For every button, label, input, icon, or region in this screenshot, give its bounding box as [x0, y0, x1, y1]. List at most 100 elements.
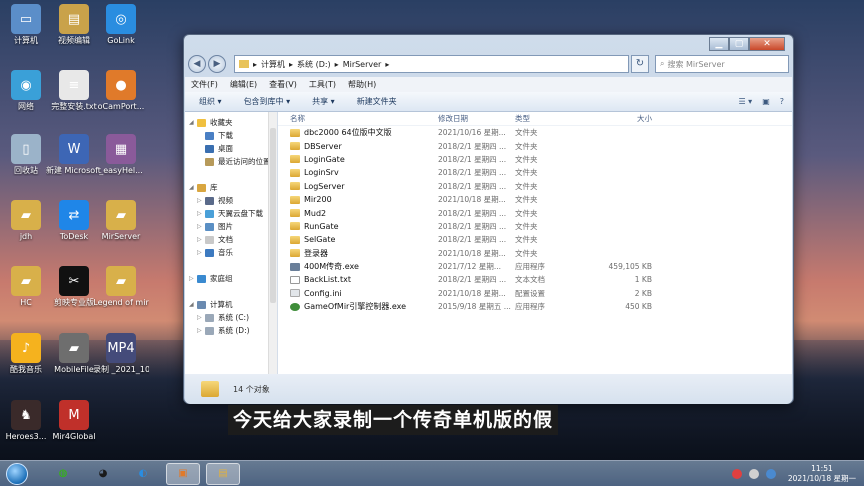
help-icon[interactable]: ?	[780, 97, 784, 106]
file-name: LogServer	[304, 181, 345, 191]
expand-arrow-icon[interactable]: ▷	[197, 197, 205, 204]
column-size[interactable]: 大小	[592, 113, 652, 124]
file-name: RunGate	[304, 221, 339, 231]
back-button[interactable]: ◀	[188, 55, 206, 73]
file-name-cell: DBServer	[278, 142, 438, 151]
breadcrumb-drive[interactable]: 系统 (D:)	[297, 59, 331, 70]
desktop-icon[interactable]: ● oCamPort...	[93, 70, 149, 112]
breadcrumb-arrow-icon: ▸	[253, 59, 258, 69]
close-button[interactable]: ✕	[749, 37, 785, 51]
taskbar-ocam-icon[interactable]: ▣	[166, 462, 200, 485]
file-row[interactable]: GameOfMir引擎控制器.exe 2015/9/18 星期五 ... 应用程序 4…	[278, 300, 792, 313]
expand-arrow-icon[interactable]: ▷	[197, 223, 205, 230]
file-row[interactable]: 400M传奇.exe 2021/7/12 星期... 应用程序 459,105 KB	[278, 260, 792, 273]
app-icon: ▰	[106, 200, 136, 230]
expand-arrow-icon[interactable]: ◢	[189, 301, 197, 308]
file-row[interactable]: LoginSrv 2018/2/1 星期四 ... 文件夹	[278, 166, 792, 179]
refresh-button[interactable]: ↻	[631, 55, 649, 73]
taskbar-wechat-icon[interactable]: ◍	[46, 463, 80, 485]
search-input[interactable]: ⌕ 搜索 MirServer	[655, 55, 789, 73]
nav-item[interactable]: ▷ 图片	[185, 220, 277, 233]
taskbar-browser-icon[interactable]: ◐	[126, 463, 160, 485]
tray-network-icon[interactable]	[748, 468, 759, 479]
organize-button[interactable]: 组织 ▾	[199, 96, 222, 107]
new-folder-button[interactable]: 新建文件夹	[357, 96, 397, 107]
app-icon: ▰	[106, 266, 136, 296]
taskbar-explorer-icon[interactable]: ▤	[206, 462, 240, 485]
file-date: 2018/2/1 星期四 ...	[438, 168, 507, 178]
preview-pane-icon[interactable]: ▣	[762, 97, 770, 106]
file-row[interactable]: BackList.txt 2018/2/1 星期四 ... 文本文档 1 KB	[278, 273, 792, 286]
file-row[interactable]: SelGate 2018/2/1 星期四 ... 文件夹	[278, 233, 792, 246]
nav-item[interactable]: ◢ 计算机	[185, 298, 277, 311]
nav-item[interactable]: ▷ 视频	[185, 194, 277, 207]
breadcrumb-folder[interactable]: MirServer	[343, 60, 382, 69]
column-type[interactable]: 类型	[515, 113, 592, 124]
desktop-icon[interactable]: ◎ GoLink	[93, 4, 149, 46]
file-row[interactable]: Config.ini 2021/10/18 星期... 配置设置 2 KB	[278, 287, 792, 300]
expand-arrow-icon[interactable]: ▷	[197, 314, 205, 321]
clock[interactable]: 11:51 2021/10/18 星期一	[788, 464, 856, 484]
tray-record-icon[interactable]	[731, 468, 742, 479]
desktop-icon[interactable]: ▰ Legend of mir	[93, 266, 149, 308]
file-row[interactable]: Mir200 2021/10/18 星期... 文件夹	[278, 193, 792, 206]
include-in-library-button[interactable]: 包含到库中 ▾	[244, 96, 291, 107]
forward-button[interactable]: ▶	[208, 55, 226, 73]
nav-scrollbar[interactable]	[268, 112, 277, 374]
maximize-button[interactable]: ▢	[729, 37, 749, 51]
nav-item[interactable]: ▷ 家庭组	[185, 272, 277, 285]
start-button[interactable]	[6, 462, 28, 485]
nav-label: 系统 (D:)	[218, 326, 250, 335]
desktop-icon[interactable]: ▰ MirServer	[93, 200, 149, 242]
tray-volume-icon[interactable]	[765, 468, 776, 479]
nav-item[interactable]: ▷ 系统 (D:)	[185, 324, 277, 337]
share-button[interactable]: 共享 ▾	[312, 96, 335, 107]
file-size: 459,105 KB	[608, 262, 652, 272]
desktop-icon[interactable]: M Mir4Global	[46, 400, 102, 442]
nav-item[interactable]: 桌面	[185, 142, 277, 155]
file-date: 2018/2/1 星期四 ...	[438, 221, 507, 231]
desktop-icon[interactable]: MP4 录制 _2021_10_...	[93, 333, 149, 375]
nav-item[interactable]: 下载	[185, 129, 277, 142]
expand-arrow-icon[interactable]: ▷	[197, 210, 205, 217]
nav-item[interactable]: ▷ 系统 (C:)	[185, 311, 277, 324]
nav-item[interactable]: ▷ 文档	[185, 233, 277, 246]
view-options-icon[interactable]: ☰ ▾	[738, 97, 752, 106]
taskbar-qq-icon[interactable]: ◕	[86, 463, 120, 485]
expand-arrow-icon[interactable]: ▷	[197, 249, 205, 256]
expand-arrow-icon[interactable]: ▷	[197, 327, 205, 334]
menu-item[interactable]: 编辑(E)	[230, 79, 257, 90]
nav-item[interactable]: ◢ 库	[185, 181, 277, 194]
menu-item[interactable]: 工具(T)	[309, 79, 336, 90]
nav-scrollbar-thumb[interactable]	[270, 128, 276, 303]
column-date[interactable]: 修改日期	[438, 113, 515, 124]
menu-item[interactable]: 查看(V)	[269, 79, 297, 90]
file-row[interactable]: 登录器 2021/10/18 星期... 文件夹	[278, 247, 792, 260]
expand-arrow-icon[interactable]: ▷	[189, 275, 197, 282]
nav-item[interactable]: ◢ 收藏夹	[185, 116, 277, 129]
file-name-cell: 400M传奇.exe	[278, 261, 438, 272]
file-row[interactable]: LoginGate 2018/2/1 星期四 ... 文件夹	[278, 153, 792, 166]
file-name: Mud2	[304, 208, 327, 218]
minimize-button[interactable]: ▁	[709, 37, 729, 51]
app-icon: ✂	[59, 266, 89, 296]
file-row[interactable]: dbc2000 64位版中文版 2021/10/16 星期... 文件夹	[278, 126, 792, 139]
nav-item[interactable]: 最近访问的位置	[185, 155, 277, 168]
file-row[interactable]: RunGate 2018/2/1 星期四 ... 文件夹	[278, 220, 792, 233]
column-name[interactable]: 名称	[278, 113, 438, 124]
expand-arrow-icon[interactable]: ▷	[197, 236, 205, 243]
file-row[interactable]: DBServer 2018/2/1 星期四 ... 文件夹	[278, 139, 792, 152]
file-row[interactable]: LogServer 2018/2/1 星期四 ... 文件夹	[278, 180, 792, 193]
expand-arrow-icon[interactable]: ◢	[189, 184, 197, 191]
menu-item[interactable]: 帮助(H)	[348, 79, 376, 90]
desktop-icon[interactable]: ▦ _easyHel...	[93, 134, 149, 176]
file-row[interactable]: Mud2 2018/2/1 星期四 ... 文件夹	[278, 206, 792, 219]
breadcrumb-computer[interactable]: 计算机	[261, 59, 285, 70]
app-icon: ≡	[59, 70, 89, 100]
expand-arrow-icon[interactable]: ◢	[189, 119, 197, 126]
nav-item[interactable]: ▷ 天翼云盘下载	[185, 207, 277, 220]
nav-item[interactable]: ▷ 音乐	[185, 246, 277, 259]
nav-label: 收藏夹	[210, 118, 233, 127]
address-bar[interactable]: ▸ 计算机 ▸ 系统 (D:) ▸ MirServer ▸	[234, 55, 629, 73]
menu-item[interactable]: 文件(F)	[191, 79, 218, 90]
